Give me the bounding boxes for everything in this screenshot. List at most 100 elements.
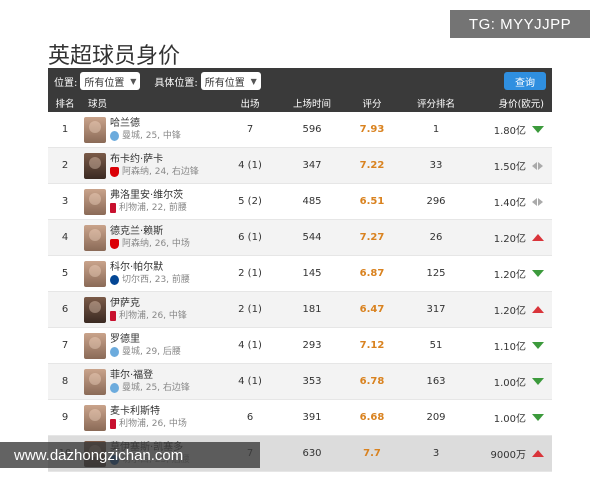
club-crest-icon	[110, 383, 119, 393]
table-row[interactable]: 8 菲尔·福登 曼城, 25, 右边锋 4 (1) 353 6.78 163 1.00亿	[48, 364, 552, 400]
player-name[interactable]: 麦卡利斯特	[110, 405, 187, 418]
rating-value: 6.78	[359, 376, 385, 387]
player-cell[interactable]: 罗德里 曼城, 29, 后腰	[82, 332, 220, 359]
trend-flat-icon	[532, 161, 544, 170]
player-info: 利物浦, 22, 前腰	[119, 202, 187, 213]
avatar	[84, 332, 106, 359]
minutes-cell: 485	[302, 196, 322, 207]
player-cell[interactable]: 科尔·帕尔默 切尔西, 23, 前腰	[82, 260, 220, 287]
apps-cell: 4 (1)	[238, 160, 262, 171]
player-name[interactable]: 布卡约·萨卡	[110, 153, 199, 166]
table-row[interactable]: 4 德克兰·赖斯 阿森纳, 26, 中场 6 (1) 544 7.27 26 1.20亿	[48, 220, 552, 256]
rating-cell: 7.7	[344, 448, 400, 459]
player-name[interactable]: 弗洛里安·维尔茨	[110, 189, 187, 202]
apps-cell: 4 (1)	[238, 340, 262, 351]
rank-cell: 1	[61, 124, 69, 135]
player-name[interactable]: 哈兰德	[110, 117, 181, 130]
club-crest-icon	[110, 203, 116, 213]
player-name[interactable]: 科尔·帕尔默	[110, 261, 190, 274]
avatar	[84, 152, 106, 179]
query-button[interactable]: 查询	[504, 72, 546, 90]
rating-cell: 7.22	[344, 160, 400, 171]
watermark-bottom: www.dazhongzichan.com	[0, 442, 260, 468]
position-select[interactable]: 所有位置 ▼	[80, 72, 141, 90]
club-crest-icon	[110, 275, 119, 285]
position-filter-label: 位置:	[54, 77, 78, 89]
player-info: 阿森纳, 24, 右边锋	[122, 166, 199, 177]
table-row[interactable]: 6 伊萨克 利物浦, 26, 中锋 2 (1) 181 6.47 317 1.20亿	[48, 292, 552, 328]
rank-cell: 4	[61, 232, 69, 243]
header-apps[interactable]: 出场	[220, 96, 280, 110]
position-select-value: 所有位置	[84, 77, 125, 89]
apps-cell: 2 (1)	[238, 268, 262, 279]
rating-rank-cell: 1	[432, 124, 440, 135]
table-row[interactable]: 7 罗德里 曼城, 29, 后腰 4 (1) 293 7.12 51 1.10亿	[48, 328, 552, 364]
club-crest-icon	[110, 311, 116, 321]
table-row[interactable]: 5 科尔·帕尔默 切尔西, 23, 前腰 2 (1) 145 6.87 125 1.20亿	[48, 256, 552, 292]
trend-down-icon	[532, 126, 544, 133]
player-name[interactable]: 罗德里	[110, 333, 181, 346]
table-row[interactable]: 9 麦卡利斯特 利物浦, 26, 中场 6 391 6.68 209 1.00亿	[48, 400, 552, 436]
value-text: 1.10亿	[493, 342, 526, 353]
value-cell: 1.50亿	[472, 158, 552, 173]
rank-cell: 8	[61, 376, 69, 387]
header-player[interactable]: 球员	[82, 96, 220, 110]
player-cell[interactable]: 菲尔·福登 曼城, 25, 右边锋	[82, 368, 220, 395]
value-cell: 1.80亿	[472, 122, 552, 137]
header-value[interactable]: 身价(欧元)	[472, 96, 552, 110]
value-cell: 1.20亿	[472, 266, 552, 281]
player-info: 切尔西, 23, 前腰	[122, 274, 190, 285]
player-cell[interactable]: 哈兰德 曼城, 25, 中锋	[82, 116, 220, 143]
value-cell: 1.10亿	[472, 338, 552, 353]
player-table: 1 哈兰德 曼城, 25, 中锋 7 596 7.93 1 1.80亿 2 布卡约·萨卡 阿森纳, …	[48, 112, 552, 472]
value-cell: 1.40亿	[472, 194, 552, 209]
rating-cell: 6.47	[344, 304, 400, 315]
header-rating[interactable]: 评分	[344, 96, 400, 110]
rating-rank-cell: 3	[432, 448, 440, 459]
value-cell: 1.20亿	[472, 230, 552, 245]
header-minutes[interactable]: 上场时间	[280, 96, 344, 110]
header-rating-rank[interactable]: 评分排名	[400, 96, 472, 110]
value-text: 1.50亿	[493, 162, 526, 173]
table-row[interactable]: 1 哈兰德 曼城, 25, 中锋 7 596 7.93 1 1.80亿	[48, 112, 552, 148]
header-rank[interactable]: 排名	[48, 96, 82, 110]
trend-flat-icon	[532, 197, 544, 206]
rank-cell: 5	[61, 268, 69, 279]
player-name[interactable]: 德克兰·赖斯	[110, 225, 190, 238]
player-cell[interactable]: 伊萨克 利物浦, 26, 中锋	[82, 296, 220, 323]
player-name[interactable]: 伊萨克	[110, 297, 187, 310]
rating-rank-cell: 296	[426, 196, 446, 207]
avatar	[84, 116, 106, 143]
rating-cell: 7.27	[344, 232, 400, 243]
avatar	[84, 368, 106, 395]
club-crest-icon	[110, 419, 116, 429]
rating-value: 7.12	[359, 340, 385, 351]
apps-cell: 4 (1)	[238, 376, 262, 387]
table-row[interactable]: 2 布卡约·萨卡 阿森纳, 24, 右边锋 4 (1) 347 7.22 33 1.50亿	[48, 148, 552, 184]
chevron-down-icon: ▼	[130, 76, 137, 86]
table-row[interactable]: 3 弗洛里安·维尔茨 利物浦, 22, 前腰 5 (2) 485 6.51 296 1.40亿	[48, 184, 552, 220]
rating-cell: 7.93	[344, 124, 400, 135]
rating-value: 6.68	[359, 412, 385, 423]
minutes-cell: 353	[302, 376, 322, 387]
rank-cell: 2	[61, 160, 69, 171]
club-crest-icon	[110, 167, 119, 177]
minutes-cell: 596	[302, 124, 322, 135]
value-text: 1.00亿	[493, 414, 526, 425]
page-title: 英超球员身价	[48, 44, 181, 69]
player-cell[interactable]: 德克兰·赖斯 阿森纳, 26, 中场	[82, 224, 220, 251]
rank-cell: 6	[61, 304, 69, 315]
minutes-cell: 181	[302, 304, 322, 315]
specific-position-select[interactable]: 所有位置 ▼	[200, 72, 261, 90]
club-crest-icon	[110, 239, 119, 249]
player-cell[interactable]: 麦卡利斯特 利物浦, 26, 中场	[82, 404, 220, 431]
player-name[interactable]: 菲尔·福登	[110, 369, 190, 382]
apps-cell: 6	[246, 412, 254, 423]
minutes-cell: 145	[302, 268, 322, 279]
specific-position-select-value: 所有位置	[204, 77, 245, 89]
trend-down-icon	[532, 414, 544, 421]
rating-rank-cell: 51	[429, 340, 443, 351]
rating-rank-cell: 209	[426, 412, 446, 423]
player-cell[interactable]: 弗洛里安·维尔茨 利物浦, 22, 前腰	[82, 188, 220, 215]
player-cell[interactable]: 布卡约·萨卡 阿森纳, 24, 右边锋	[82, 152, 220, 179]
